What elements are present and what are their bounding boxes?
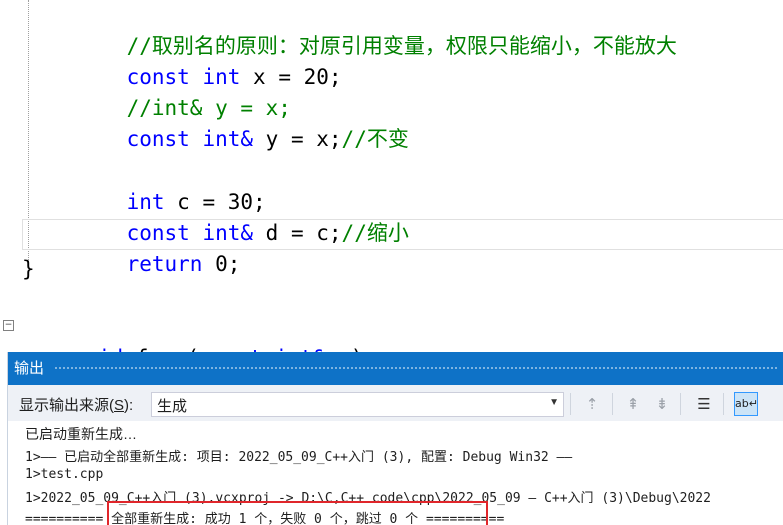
clear-all-icon[interactable]: ☰ xyxy=(692,392,716,416)
collapse-toggle-icon[interactable]: − xyxy=(3,320,14,331)
keyword: int& xyxy=(202,127,254,151)
code-line-2[interactable]: const int x = 20; xyxy=(76,31,342,89)
output-source-value: 生成 xyxy=(157,398,188,415)
function-signature-line[interactable]: void func(const int& x) xyxy=(22,312,364,370)
code-text: 0; xyxy=(202,252,241,276)
output-panel: 输出 显示输出来源(S): 生成 ▼ ⇡ ⇞ ⇟ ☰ ab↵ 已启动重新生成… … xyxy=(7,352,783,525)
keyword: const xyxy=(126,127,190,151)
go-to-previous-icon[interactable]: ⇡ xyxy=(580,392,604,416)
toolbar-separator xyxy=(570,393,571,415)
output-source-dropdown[interactable]: 生成 ▼ xyxy=(151,392,564,417)
keyword: return xyxy=(126,252,203,276)
output-line: 1>—— 已启动全部重新生成: 项目: 2022_05_09_C++入门 (3)… xyxy=(25,450,573,465)
find-next-icon[interactable]: ⇟ xyxy=(650,392,674,416)
output-line: 已启动重新生成… xyxy=(25,426,137,442)
toolbar-separator xyxy=(612,393,613,415)
code-comment: //不变 xyxy=(341,127,409,151)
code-line-4[interactable]: const int& y = x;//不变 xyxy=(76,93,409,151)
highlight-box xyxy=(107,501,488,525)
go-to-next-icon[interactable]: ⇞ xyxy=(621,392,645,416)
toolbar-separator xyxy=(680,393,681,415)
code-line-1[interactable]: //取别名的原则：对原引用变量，权限只能缩小，不能放大 xyxy=(76,0,677,58)
output-line: 1>test.cpp xyxy=(25,467,104,482)
output-source-label: 显示输出来源(S): xyxy=(19,397,134,414)
titlebar-grip[interactable] xyxy=(54,366,778,371)
code-line-7[interactable]: return 0; xyxy=(76,218,241,276)
code-line-6[interactable]: const int& d = c;//缩小 xyxy=(76,187,409,245)
code-text: y = x; xyxy=(253,127,342,151)
code-comment: //缩小 xyxy=(341,221,409,245)
output-text-area[interactable]: 已启动重新生成… 1>—— 已启动全部重新生成: 项目: 2022_05_09_… xyxy=(8,421,783,525)
code-line-5[interactable]: int c = 30; xyxy=(76,156,266,214)
code-editor[interactable]: //取别名的原则：对原引用变量，权限只能缩小，不能放大 const int x … xyxy=(0,0,783,370)
output-panel-title: 输出 xyxy=(14,360,45,377)
chevron-down-icon: ▼ xyxy=(549,397,559,408)
toolbar-separator xyxy=(723,393,724,415)
closing-brace: } xyxy=(22,257,35,281)
output-toolbar: 显示输出来源(S): 生成 ▼ ⇡ ⇞ ⇟ ☰ ab↵ xyxy=(8,385,783,421)
code-line-3[interactable]: //int& y = x; xyxy=(76,62,291,120)
code-text: d = c; xyxy=(253,221,342,245)
toggle-word-wrap-icon[interactable]: ab↵ xyxy=(734,392,758,416)
output-panel-titlebar[interactable]: 输出 xyxy=(8,352,783,385)
